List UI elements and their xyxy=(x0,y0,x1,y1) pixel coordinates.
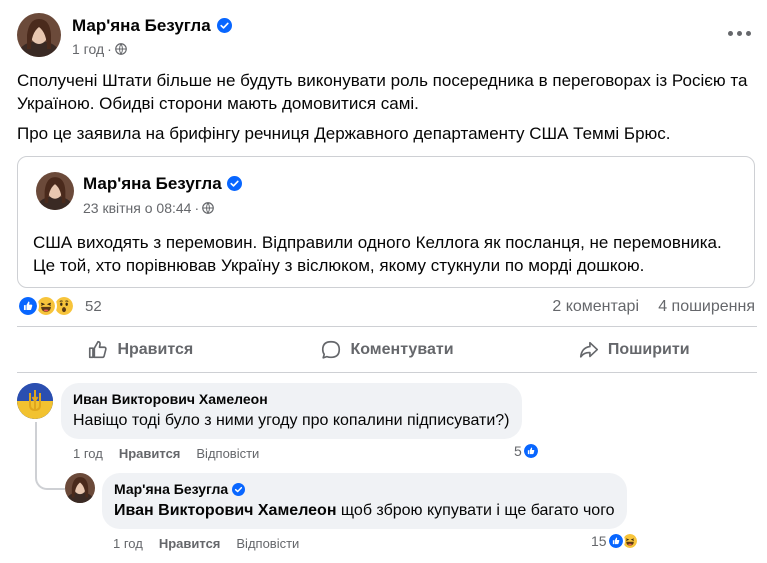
shares-count-link[interactable]: 4 поширення xyxy=(658,298,755,316)
shared-time[interactable]: 23 квітня о 08:44 xyxy=(83,200,191,216)
post-actions: Нравится Коментувати Поширити xyxy=(17,330,757,370)
like-icon xyxy=(17,295,39,317)
commenter-name[interactable]: Иван Викторович Хамелеон xyxy=(73,391,510,407)
share-button[interactable]: Поширити xyxy=(510,330,757,370)
reply-text: щоб зброю купувати і ще багато чого xyxy=(336,502,615,519)
post-time[interactable]: 1 год xyxy=(72,41,104,57)
meta-separator: · xyxy=(194,200,200,216)
comment-time[interactable]: 1 год xyxy=(73,446,103,461)
comment-button-label: Коментувати xyxy=(350,341,454,358)
share-icon xyxy=(579,341,598,358)
comment-reply-button[interactable]: Відповісти xyxy=(196,446,259,461)
shared-post-text: США виходять з перемовин. Відправили одн… xyxy=(33,233,722,275)
globe-icon xyxy=(202,202,214,215)
reactions-bar: 52 2 коментарі 4 поширення xyxy=(17,293,757,321)
thumbs-up-icon xyxy=(89,340,108,359)
reply-author-name[interactable]: Мар'яна Безугла xyxy=(114,481,615,497)
verified-badge-icon xyxy=(216,17,232,33)
post-paragraph: Сполучені Штати більше не будуть виконув… xyxy=(17,71,748,113)
divider xyxy=(17,372,757,373)
like-icon xyxy=(606,532,625,550)
reaction-count[interactable]: 52 xyxy=(85,298,102,315)
author-name-text[interactable]: Мар'яна Безугла xyxy=(72,16,211,35)
share-button-label: Поширити xyxy=(607,341,690,358)
mention-link[interactable]: Иван Викторович Хамелеон xyxy=(114,502,336,519)
comment-actions: 1 год Нравится Відповісти xyxy=(73,446,275,461)
reply-author-avatar[interactable] xyxy=(65,473,95,503)
commenter-avatar[interactable] xyxy=(17,383,53,419)
comment-button[interactable]: Коментувати xyxy=(264,330,511,370)
comment-reactions[interactable]: 15 xyxy=(591,532,639,550)
comment-bubble: Мар'яна Безугла Иван Викторович Хамелеон… xyxy=(102,473,627,529)
shared-author-avatar[interactable] xyxy=(36,172,74,210)
shared-author-name[interactable]: Мар'яна Безугла xyxy=(83,174,242,194)
comment-text: Навіщо тоді було з ними угоду про копали… xyxy=(73,412,510,429)
post-paragraph: Про це заявила на брифінгу речниця Держа… xyxy=(17,124,671,143)
reply-comment: Мар'яна Безугла Иван Викторович Хамелеон… xyxy=(65,473,757,563)
verified-badge-icon xyxy=(232,482,246,496)
comment-reaction-count: 15 xyxy=(591,533,607,549)
comment-reply-button[interactable]: Відповісти xyxy=(236,536,299,551)
comment-icon xyxy=(322,340,341,359)
like-button[interactable]: Нравится xyxy=(17,330,264,370)
more-dot-icon xyxy=(736,30,742,36)
divider xyxy=(17,326,757,327)
globe-icon xyxy=(114,43,127,56)
post-header: Мар'яна Безугла 1 год · xyxy=(17,13,757,63)
comment-like-button[interactable]: Нравится xyxy=(159,536,221,551)
author-avatar[interactable] xyxy=(17,13,61,57)
meta-separator: · xyxy=(107,41,112,57)
shared-author-name-text[interactable]: Мар'яна Безугла xyxy=(83,174,222,193)
comment-bubble: Иван Викторович Хамелеон Навіщо тоді бул… xyxy=(61,383,522,439)
shared-meta: 23 квітня о 08:44 · xyxy=(83,200,214,216)
comment-reactions[interactable]: 5 xyxy=(514,442,540,460)
more-dot-icon xyxy=(745,30,751,36)
comment: Иван Викторович Хамелеон Навіщо тоді бул… xyxy=(17,383,757,473)
like-button-label: Нравится xyxy=(117,341,194,358)
verified-badge-icon xyxy=(226,175,242,191)
comments-count-link[interactable]: 2 коментарі xyxy=(552,298,639,316)
comment-like-button[interactable]: Нравится xyxy=(119,446,181,461)
comment-reaction-count: 5 xyxy=(514,443,522,459)
comment-text: Иван Викторович Хамелеон щоб зброю купув… xyxy=(114,500,615,521)
comment-time[interactable]: 1 год xyxy=(113,536,143,551)
more-dot-icon xyxy=(727,30,733,36)
like-icon xyxy=(521,442,540,460)
comment-actions: 1 год Нравится Відповісти xyxy=(113,536,315,551)
post-meta: 1 год · xyxy=(72,41,127,57)
author-name[interactable]: Мар'яна Безугла xyxy=(72,16,232,36)
shared-post-card[interactable]: Мар'яна Безугла 23 квітня о 08:44 · США в… xyxy=(17,156,755,288)
reply-author-name-text[interactable]: Мар'яна Безугла xyxy=(114,481,228,497)
more-options-button[interactable] xyxy=(721,19,757,47)
